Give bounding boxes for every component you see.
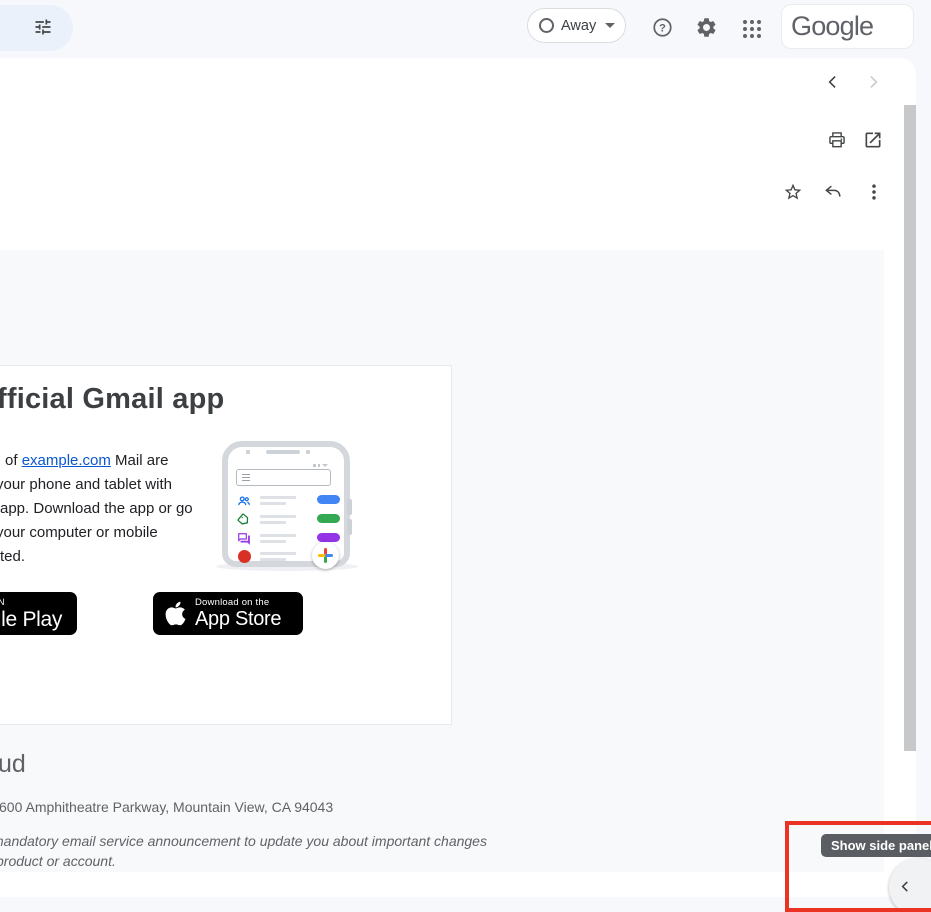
more-options-icon[interactable] xyxy=(864,182,884,202)
settings-button[interactable] xyxy=(694,15,718,39)
availability-label: Away xyxy=(561,18,596,34)
placeholder-line xyxy=(260,496,296,499)
compose-plus-icon xyxy=(312,542,339,569)
red-circle-icon xyxy=(238,550,251,563)
label-icon xyxy=(237,513,251,527)
placeholder-line xyxy=(260,521,286,524)
placeholder-line xyxy=(260,558,286,561)
phone-camera-dot xyxy=(246,450,250,454)
app-store-badge-text: Download on the App Store xyxy=(195,597,281,631)
badge-tagline: GET IT ON xyxy=(0,597,62,608)
placeholder-line xyxy=(260,502,286,505)
phone-camera-dot xyxy=(306,450,310,454)
gear-icon xyxy=(695,16,718,39)
badge-store-name: App Store xyxy=(195,608,281,631)
tune-icon[interactable] xyxy=(33,17,53,37)
google-play-badge[interactable]: GET IT ON Google Play xyxy=(0,592,77,635)
older-message-icon[interactable] xyxy=(863,72,883,92)
google-play-badge-text: GET IT ON Google Play xyxy=(0,597,62,631)
body-text-fragment: Mail are xyxy=(111,452,169,469)
green-pill xyxy=(317,514,340,523)
help-icon: ? xyxy=(651,16,674,39)
disclaimer-line: mandatory email service announcement to … xyxy=(0,832,487,852)
newer-message-icon[interactable] xyxy=(823,72,843,92)
availability-chip[interactable]: Away xyxy=(527,8,626,43)
phone-speaker xyxy=(266,450,300,454)
chat-icon xyxy=(237,532,251,546)
apps-grid-icon xyxy=(743,20,761,38)
apps-button[interactable] xyxy=(740,17,764,41)
chevron-down-icon xyxy=(605,23,615,28)
body-text-fragment: of xyxy=(5,452,22,469)
body-line: ted. xyxy=(0,545,193,569)
email-disclaimer: mandatory email service announcement to … xyxy=(0,832,487,871)
phone-status-icons xyxy=(313,464,328,467)
placeholder-line xyxy=(260,515,296,518)
disclaimer-line: product or account. xyxy=(0,852,487,872)
body-line: of example.com Mail are xyxy=(0,449,193,473)
sender-address: 600 Amphitheatre Parkway, Mountain View,… xyxy=(0,799,333,815)
body-line: app. Download the app or go xyxy=(0,497,193,521)
sender-brand-fragment: ud xyxy=(0,750,26,779)
example-link[interactable]: example.com xyxy=(22,452,111,469)
print-icon[interactable] xyxy=(827,130,847,150)
away-status-icon xyxy=(539,18,554,33)
star-icon[interactable] xyxy=(783,182,803,202)
phone-side-button xyxy=(347,519,352,535)
placeholder-line xyxy=(260,540,286,543)
phone-illustration xyxy=(222,441,350,567)
annotation-box xyxy=(785,821,931,912)
google-wordmark: Google xyxy=(782,5,913,47)
apple-icon xyxy=(165,600,186,627)
people-icon xyxy=(237,494,251,508)
svg-text:?: ? xyxy=(659,22,666,34)
phone-search-bar xyxy=(236,469,331,486)
search-bar[interactable] xyxy=(0,5,73,51)
phone-side-button xyxy=(347,499,352,515)
email-heading: fficial Gmail app xyxy=(0,383,224,416)
open-in-new-icon[interactable] xyxy=(863,130,883,150)
badge-tagline: Download on the xyxy=(195,597,281,608)
body-line: your computer or mobile xyxy=(0,521,193,545)
purple-pill xyxy=(317,533,340,542)
placeholder-line xyxy=(260,534,296,537)
help-button[interactable]: ? xyxy=(650,15,674,39)
app-store-badge[interactable]: Download on the App Store xyxy=(153,592,303,635)
badge-store-name: Google Play xyxy=(0,608,62,631)
body-line: your phone and tablet with xyxy=(0,473,193,497)
scrollbar-thumb[interactable] xyxy=(904,105,916,751)
blue-pill xyxy=(317,495,340,504)
reply-icon[interactable] xyxy=(823,182,843,202)
placeholder-line xyxy=(260,552,296,555)
gmail-window: Away ? Google xyxy=(0,0,931,912)
google-logo-card[interactable]: Google xyxy=(781,4,914,49)
email-body-text: of example.com Mail are your phone and t… xyxy=(0,449,193,569)
